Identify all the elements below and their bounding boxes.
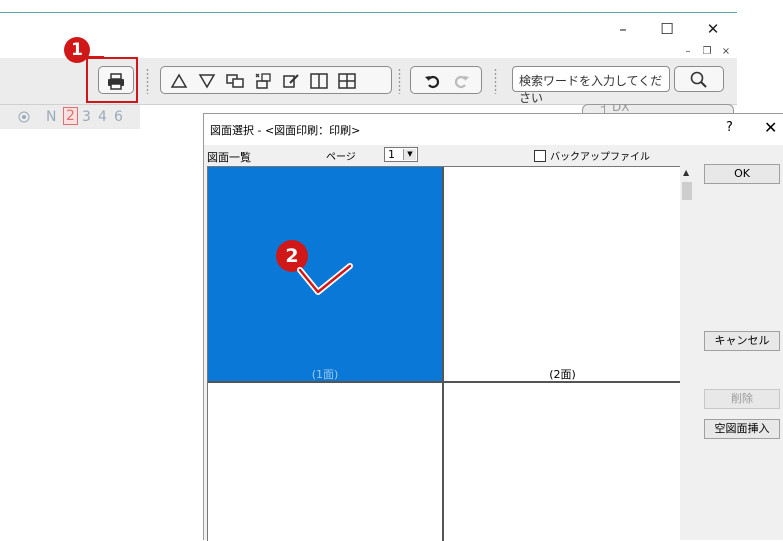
- drawing-list-label: 図面一覧: [207, 151, 251, 164]
- page-select[interactable]: 1 ▼: [384, 147, 418, 162]
- delete-button[interactable]: 削除: [704, 389, 780, 409]
- check-mark-icon: [297, 263, 353, 295]
- search-input[interactable]: 検索ワードを入力してください: [512, 66, 670, 105]
- chevron-down-icon: ▼: [403, 149, 416, 160]
- layer-strip: N 2 3 4 6: [0, 105, 140, 129]
- drawing-grid: (1面) (2面): [207, 166, 681, 541]
- ok-button[interactable]: OK: [704, 164, 780, 184]
- scrollbar-thumb[interactable]: [682, 182, 692, 200]
- page-select-value: 1: [388, 148, 395, 161]
- window-cascade-icon[interactable]: [225, 71, 245, 91]
- triangle-down-icon[interactable]: [197, 71, 217, 91]
- toolbar-grip[interactable]: [146, 68, 149, 94]
- undo-icon[interactable]: [423, 71, 443, 91]
- undo-redo-group: [410, 66, 482, 94]
- drawing-cell-label: (1面): [311, 368, 339, 381]
- page-label: ページ: [326, 152, 356, 163]
- scroll-up-icon[interactable]: ▲: [683, 168, 689, 177]
- tile-grid-icon[interactable]: [337, 71, 357, 91]
- dialog-body: 図面一覧 ページ 1 ▼ バックアップファイル (1面) (2面) ▲ OK キ: [204, 145, 783, 541]
- highlight-box: [86, 57, 138, 103]
- drawing-cell-2[interactable]: (2面): [444, 167, 681, 381]
- cancel-button[interactable]: キャンセル: [704, 331, 780, 351]
- view-tool-group: [160, 66, 392, 94]
- window-maximize-button[interactable]: ☐: [652, 18, 682, 40]
- mdi-close-button[interactable]: ×: [720, 46, 732, 58]
- drawing-cell-label: (2面): [549, 368, 576, 381]
- backup-file-label: バックアップファイル: [550, 152, 650, 163]
- redo-icon[interactable]: [451, 71, 471, 91]
- window-minimize-button[interactable]: –: [608, 18, 638, 40]
- step-badge-1: 1: [64, 37, 90, 63]
- drawing-select-dialog: 図面選択 - <図面印刷：印刷> ? ✕ 図面一覧 ページ 1 ▼ バックアップ…: [203, 113, 783, 541]
- vertical-scrollbar[interactable]: ▲: [680, 166, 694, 540]
- triangle-up-icon[interactable]: [169, 71, 189, 91]
- drawing-cell-3[interactable]: [208, 383, 442, 541]
- tile-vertical-icon[interactable]: [309, 71, 329, 91]
- callout-line: [82, 56, 104, 58]
- window-close-button[interactable]: ✕: [698, 18, 728, 40]
- window-top-border: [0, 12, 737, 13]
- mdi-minimize-button[interactable]: –: [682, 46, 694, 58]
- layer-label-2[interactable]: 2: [63, 107, 78, 125]
- insert-blank-drawing-button[interactable]: 空図面挿入: [704, 419, 780, 439]
- toolbar-grip[interactable]: [494, 68, 497, 94]
- layer-label-n[interactable]: N: [46, 109, 56, 125]
- dialog-title: 図面選択 - <図面印刷：印刷>: [210, 124, 361, 137]
- help-button[interactable]: ?: [726, 120, 733, 135]
- search-icon: [690, 71, 707, 88]
- radio-icon[interactable]: [18, 111, 30, 123]
- layer-label-3[interactable]: 3: [82, 109, 91, 125]
- backup-file-checkbox[interactable]: [534, 150, 546, 162]
- search-placeholder: 検索ワードを入力してください: [519, 74, 663, 105]
- window-edit-icon[interactable]: [281, 71, 301, 91]
- window-copy-icon[interactable]: [253, 71, 273, 91]
- search-button[interactable]: [674, 66, 724, 92]
- layer-label-4[interactable]: 4: [98, 109, 107, 125]
- layer-label-6[interactable]: 6: [114, 109, 123, 125]
- toolbar-grip[interactable]: [398, 68, 401, 94]
- drawing-cell-4[interactable]: [444, 383, 681, 541]
- dialog-close-button[interactable]: ✕: [764, 118, 777, 137]
- mdi-restore-button[interactable]: ❐: [701, 46, 713, 58]
